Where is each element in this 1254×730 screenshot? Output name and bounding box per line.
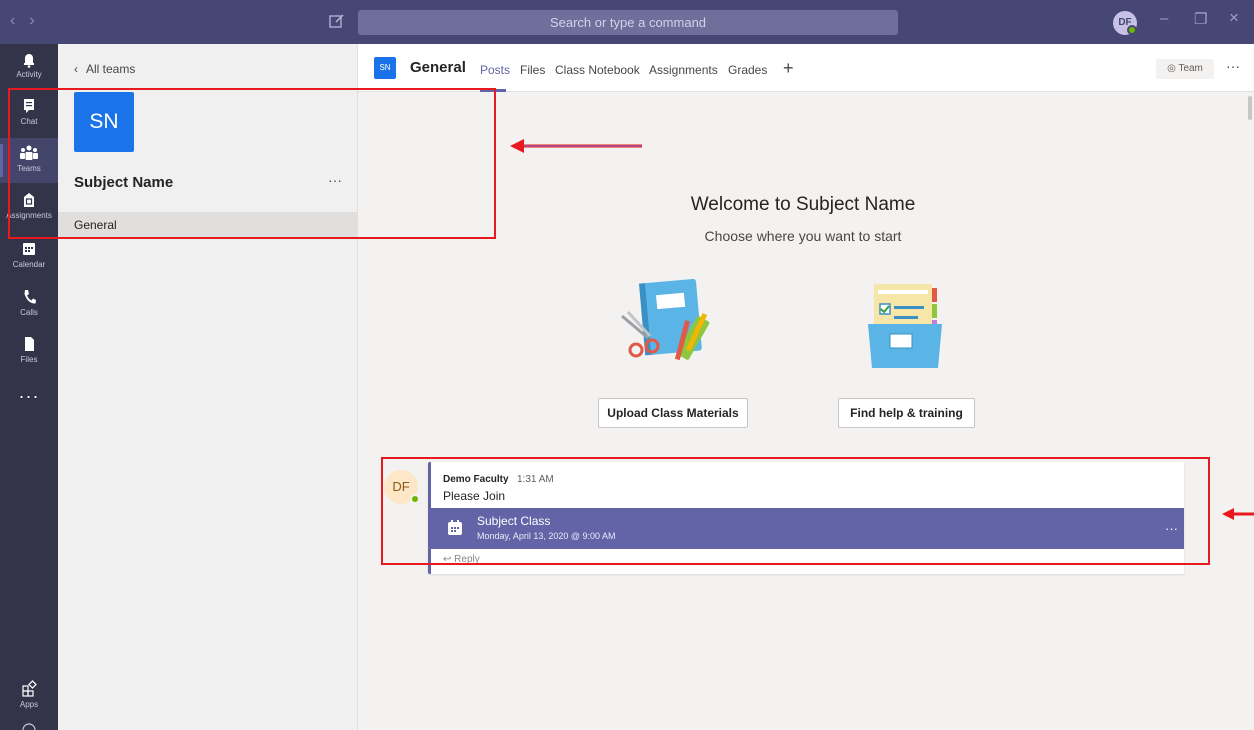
rail-item-calendar[interactable]: Calendar — [0, 234, 58, 279]
all-teams-label: All teams — [86, 62, 136, 76]
teams-window: ‹› Search or type a command DF – ❐ × Act… — [0, 0, 1254, 730]
bell-icon — [24, 54, 34, 68]
annotation-arrow-left-icon — [510, 139, 642, 153]
team-view-button[interactable]: ◎ Team — [1156, 59, 1214, 79]
annotation-box-post — [381, 457, 1210, 565]
forward-arrow-icon[interactable]: › — [29, 12, 48, 29]
phone-icon — [24, 290, 36, 304]
help-icon[interactable] — [21, 722, 37, 730]
more-apps-button[interactable]: ··· — [0, 386, 58, 407]
rail-label: Calls — [20, 308, 38, 317]
compose-icon[interactable] — [328, 12, 346, 30]
apps-icon — [22, 680, 37, 697]
rail-label: Files — [20, 355, 38, 364]
find-help-training-button[interactable]: Find help & training — [838, 398, 975, 428]
annotation-box-team-panel — [8, 88, 496, 239]
upload-materials-illustration — [621, 278, 710, 361]
header-more-options-button[interactable]: ··· — [1226, 58, 1240, 74]
presence-available-icon — [1127, 25, 1137, 35]
nav-arrows[interactable]: ‹› — [10, 12, 49, 30]
rail-label: Calendar — [12, 260, 46, 269]
rail-label: Activity — [16, 70, 42, 79]
rail-label: Apps — [19, 700, 39, 709]
tab-files[interactable]: Files — [520, 63, 545, 77]
back-arrow-icon[interactable]: ‹ — [10, 12, 29, 29]
eye-icon: ◎ — [1167, 63, 1179, 74]
rail-item-activity[interactable]: Activity — [0, 44, 58, 89]
close-button[interactable]: × — [1229, 8, 1239, 28]
tab-grades[interactable]: Grades — [728, 63, 767, 77]
channel-title: General — [410, 59, 466, 76]
add-tab-button[interactable]: + — [783, 58, 794, 79]
all-teams-link[interactable]: ‹ All teams — [74, 62, 135, 76]
channel-header: SN General Posts Files Class Notebook As… — [358, 44, 1254, 92]
chevron-left-icon: ‹ — [74, 62, 78, 76]
scrollbar-thumb[interactable] — [1248, 96, 1252, 120]
search-input[interactable]: Search or type a command — [358, 10, 898, 35]
minimize-button[interactable]: – — [1160, 10, 1168, 27]
channel-avatar: SN — [374, 57, 396, 79]
annotation-arrow-left-icon — [1222, 508, 1254, 520]
title-bar: ‹› Search or type a command DF – ❐ × — [0, 0, 1254, 44]
tab-class-notebook[interactable]: Class Notebook — [555, 63, 640, 77]
restore-button[interactable]: ❐ — [1194, 10, 1207, 28]
rail-item-calls[interactable]: Calls — [0, 282, 58, 327]
help-training-illustration — [868, 284, 942, 368]
rail-item-files[interactable]: Files — [0, 329, 58, 374]
files-icon — [25, 337, 34, 351]
rail-item-apps[interactable]: Apps — [0, 674, 58, 719]
tab-posts[interactable]: Posts — [480, 63, 510, 77]
team-button-label: Team — [1178, 63, 1203, 74]
tab-assignments[interactable]: Assignments — [649, 63, 718, 77]
calendar-icon — [23, 243, 35, 255]
upload-class-materials-button[interactable]: Upload Class Materials — [598, 398, 748, 428]
